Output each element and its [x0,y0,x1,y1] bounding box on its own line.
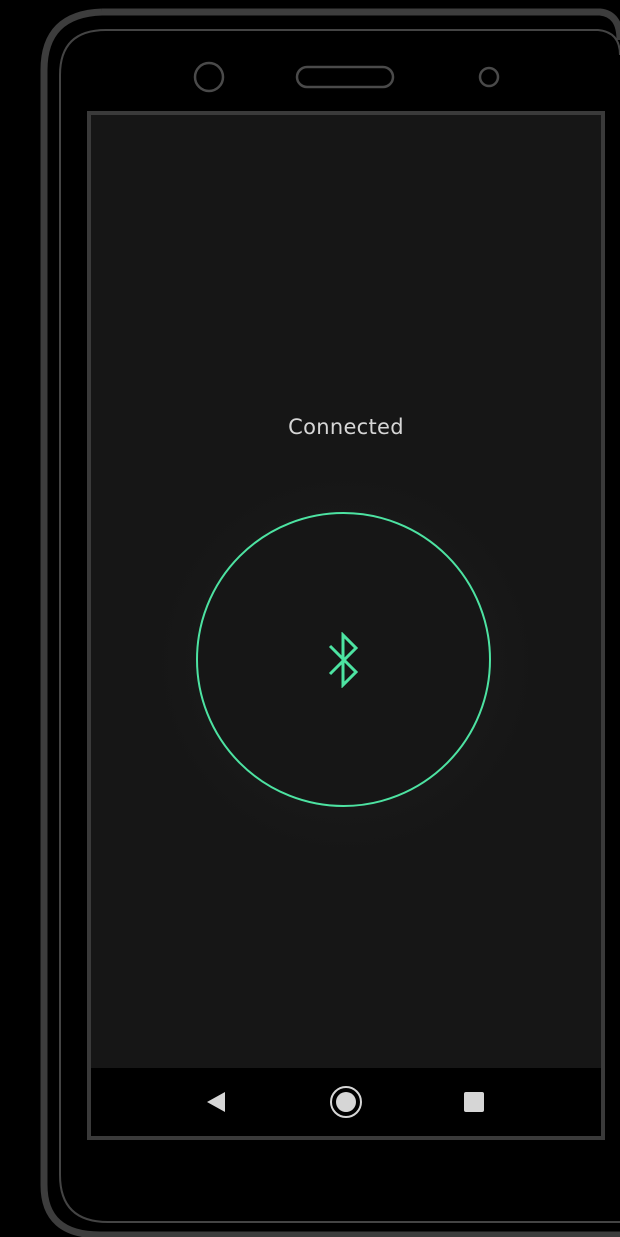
proximity-sensor [478,66,500,88]
earpiece-speaker [295,65,395,89]
bluetooth-connect-button[interactable] [196,512,491,807]
nav-home-button[interactable] [329,1085,363,1119]
bluetooth-icon [328,631,358,688]
navigation-bar [91,1068,601,1136]
nav-back-button[interactable] [199,1085,233,1119]
phone-mockup: Connected [0,0,620,1237]
home-circle-icon [330,1086,362,1118]
back-triangle-icon [207,1092,225,1112]
nav-recents-button[interactable] [457,1085,491,1119]
recents-square-icon [464,1092,484,1112]
app-screen: Connected [91,115,601,1136]
connection-status-text: Connected [288,415,404,439]
front-camera [193,61,225,93]
